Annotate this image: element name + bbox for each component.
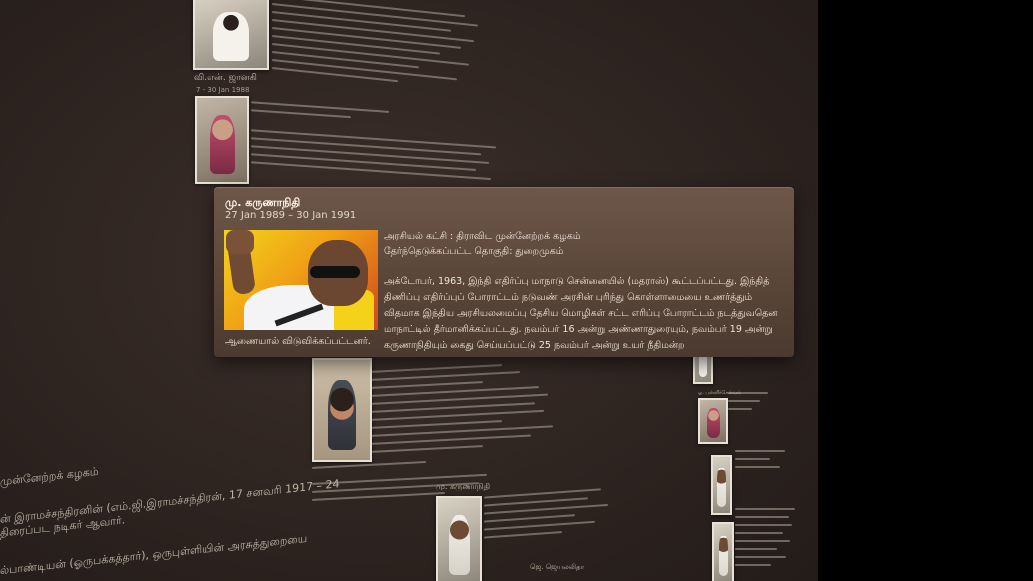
leader-biography: அக்டோபர், 1963, இந்தி எதிர்ப்பு மாநாடு ச…	[384, 276, 778, 351]
bg-text-block-3	[372, 361, 557, 459]
bg-card-name-2: மு. கருணாநிதி	[436, 482, 491, 491]
bg-card-name-1: வி.என். ஜானகி	[194, 73, 257, 83]
bg-portrait-1[interactable]	[193, 0, 269, 70]
bg-portrait-8[interactable]	[712, 522, 734, 581]
bg-card-date-1: 7 - 30 Jan 1988	[196, 86, 250, 94]
bg-text-block-2	[251, 101, 501, 186]
bg-text-block-5	[484, 487, 614, 544]
bg-text-block-8	[735, 508, 795, 572]
bg-portrait-3[interactable]	[312, 358, 372, 462]
timeline-viewport[interactable]: வி.என். ஜானகி 7 - 30 Jan 1988 முன்னேற்றக…	[0, 0, 818, 581]
bg-left-text-4: ல்பாண்டியன் (ஓருபக்கத்தார்), ஒருபுள்ளியி…	[0, 531, 308, 578]
bg-portrait-6[interactable]	[698, 398, 728, 444]
party-info: அரசியல் கட்சி : திராவிட முன்னேற்றக் கழகம…	[384, 231, 581, 242]
bg-text-block-6	[728, 392, 768, 416]
leader-name: மு. கருணாநிதி	[225, 196, 301, 209]
leader-portrait	[224, 230, 378, 330]
bg-portrait-4[interactable]	[436, 496, 482, 581]
black-side-panel	[818, 0, 1033, 581]
leader-term-dates: 27 Jan 1989 – 30 Jan 1991	[225, 210, 357, 221]
bg-left-text-1: முன்னேற்றக் கழகம்	[0, 464, 99, 489]
leader-biography-tail: ஆணையால் விடுவிக்கப்பட்டனர்.	[225, 336, 371, 347]
leader-detail-card[interactable]: மு. கருணாநிதி 27 Jan 1989 – 30 Jan 1991 …	[214, 187, 794, 357]
bg-text-block-7	[735, 450, 785, 474]
bg-card-name-3: ஜெ. ஜெயலலிதா	[530, 563, 585, 571]
bg-text-block-1	[272, 0, 482, 97]
bg-portrait-2[interactable]	[195, 96, 249, 184]
bg-portrait-7[interactable]	[711, 455, 732, 515]
constituency-info: தேர்ந்தெடுக்கப்பட்ட தொகுதி: துறைமுகம்	[384, 246, 564, 257]
